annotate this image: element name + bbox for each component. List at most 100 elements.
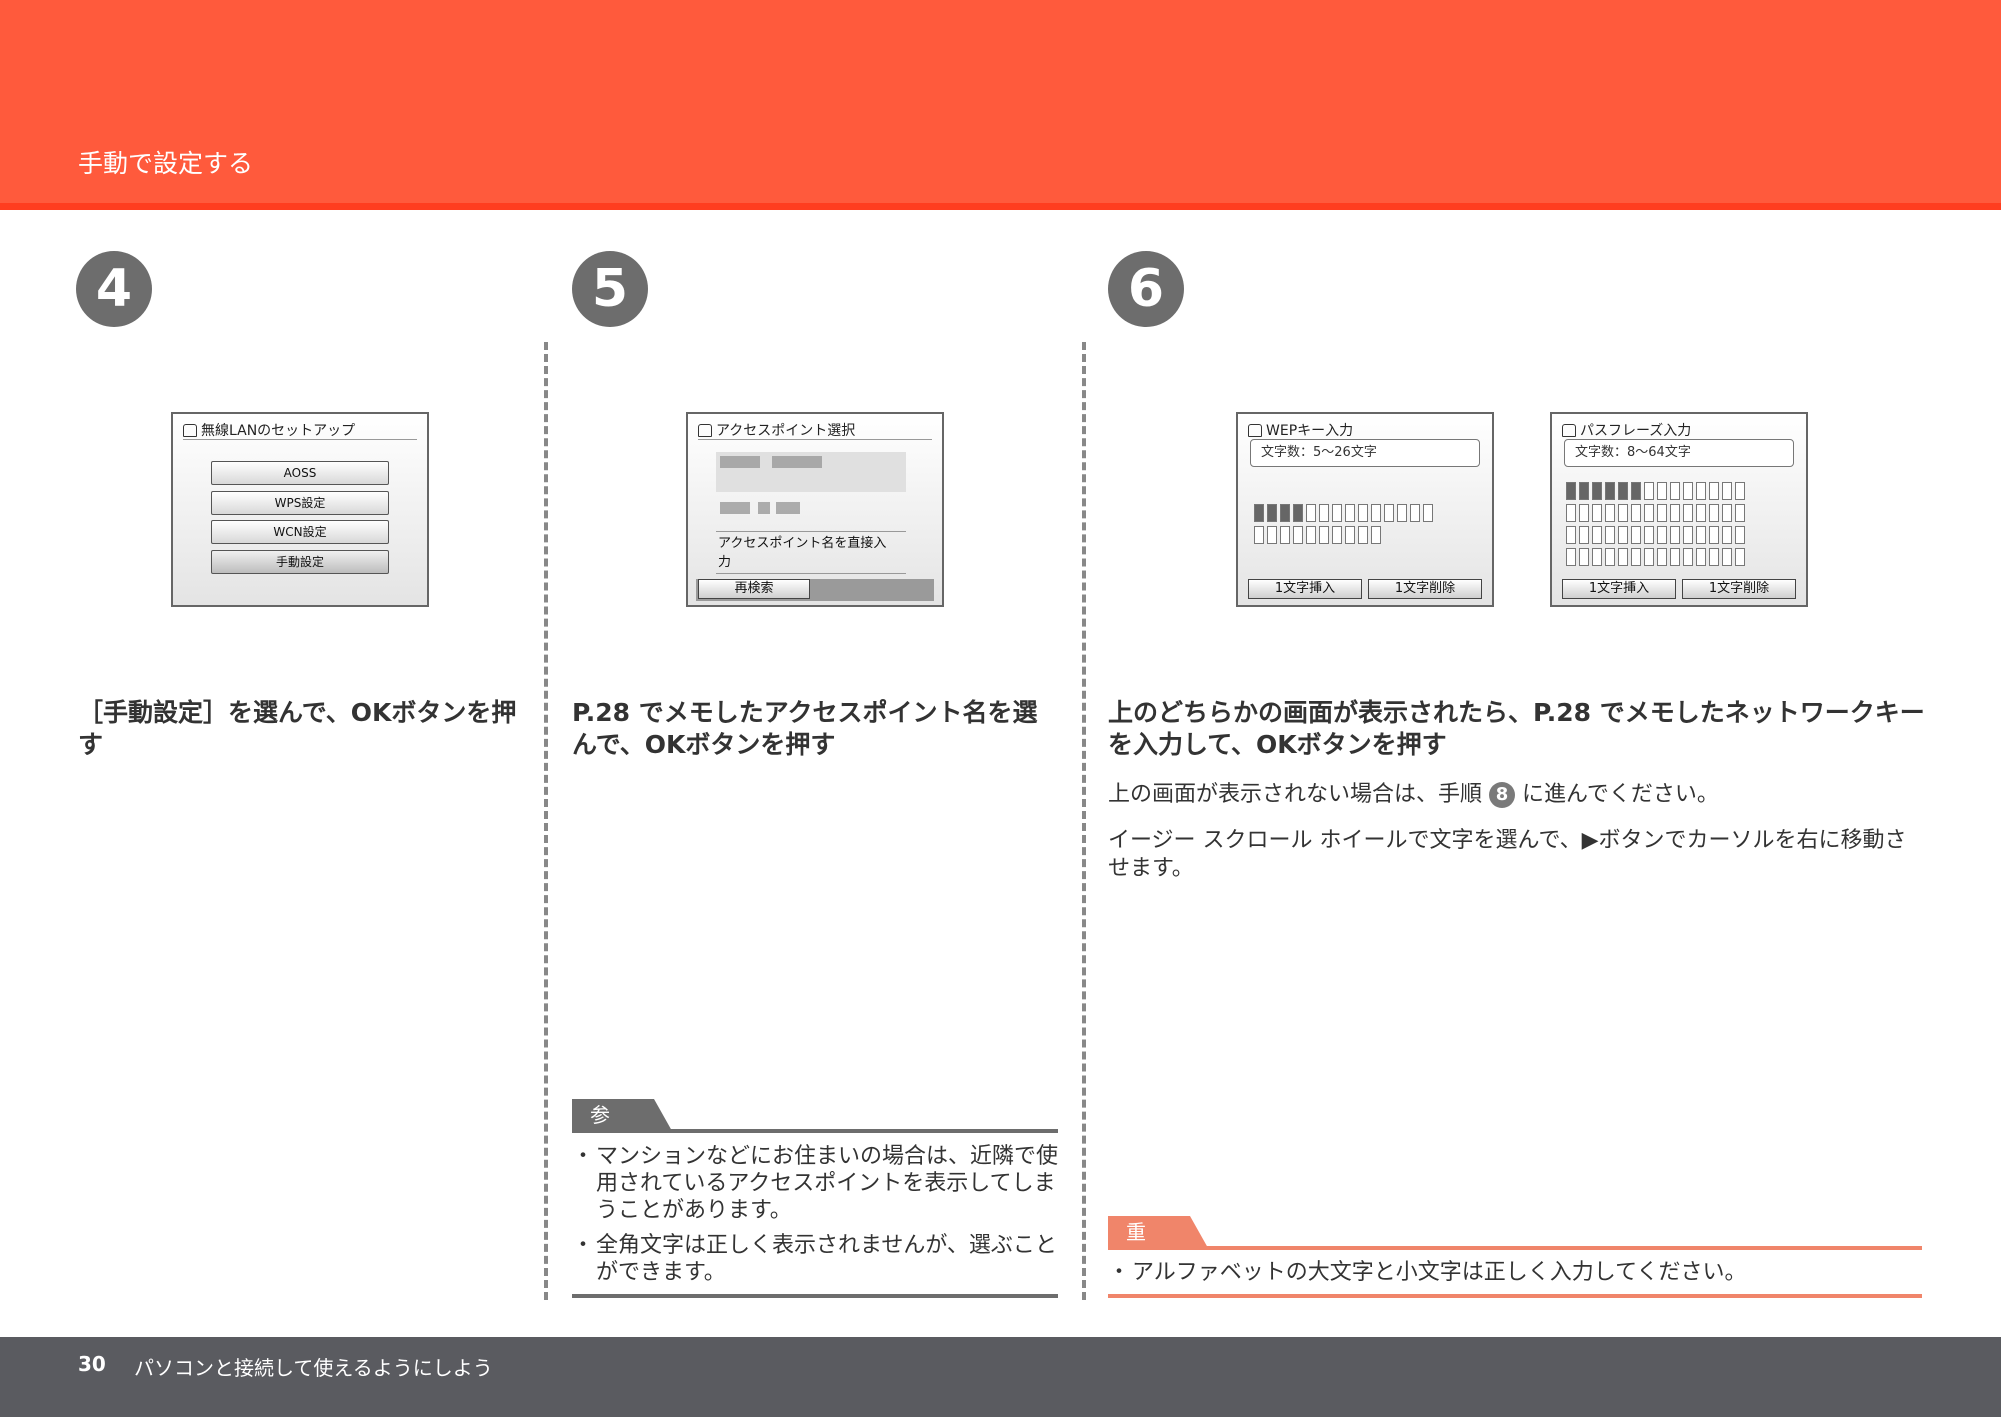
char-cell (1696, 526, 1706, 544)
wcn-setup-button[interactable]: WCN設定 (211, 520, 389, 544)
char-cell (1592, 526, 1602, 544)
char-cell (1644, 548, 1654, 566)
char-cell (1592, 504, 1602, 522)
char-cell (1722, 526, 1732, 544)
char-cell (1592, 482, 1602, 500)
char-cell (1319, 526, 1329, 544)
char-cell (1605, 548, 1615, 566)
step-5-number: 5 (572, 251, 648, 327)
step-8-icon[interactable]: 8 (1489, 782, 1516, 808)
char-cell (1579, 548, 1589, 566)
char-cell (1722, 504, 1732, 522)
char-cell (1579, 526, 1589, 544)
wireless-icon (698, 424, 712, 437)
char-cell (1722, 482, 1732, 500)
wep-key-screen: WEPキー入力 文字数：5〜26文字 1文字挿入 1文字削除 (1236, 412, 1494, 607)
char-cell (1670, 526, 1680, 544)
char-cell (1709, 504, 1719, 522)
important-label: 重 要 (1108, 1216, 1208, 1248)
note-label: 参 考 (572, 1099, 672, 1131)
char-cell (1683, 526, 1693, 544)
insert-char-button[interactable]: 1文字挿入 (1562, 579, 1676, 599)
char-cell (1709, 482, 1719, 500)
wps-setup-button[interactable]: WPS設定 (211, 491, 389, 515)
char-cell (1644, 526, 1654, 544)
char-cell (1657, 482, 1667, 500)
delete-char-button[interactable]: 1文字削除 (1368, 579, 1482, 599)
char-cell (1670, 504, 1680, 522)
char-cell (1709, 548, 1719, 566)
research-button[interactable]: 再検索 (698, 579, 810, 599)
char-cell (1631, 482, 1641, 500)
screen-title: アクセスポイント選択 (716, 423, 856, 439)
char-cell (1644, 504, 1654, 522)
char-cell (1358, 504, 1368, 522)
char-cell (1592, 548, 1602, 566)
char-cell (1345, 526, 1355, 544)
char-cell (1696, 504, 1706, 522)
char-cell (1735, 526, 1745, 544)
char-cell (1722, 548, 1732, 566)
char-cell (1423, 504, 1433, 522)
page-number: 30 (78, 1352, 106, 1376)
char-cell (1735, 482, 1745, 500)
char-cell (1605, 482, 1615, 500)
char-cell (1267, 504, 1277, 522)
char-cell (1358, 526, 1368, 544)
aoss-button[interactable]: AOSS (211, 461, 389, 485)
char-cell (1683, 504, 1693, 522)
char-cell (1605, 504, 1615, 522)
step-5-heading: P.28 でメモしたアクセスポイント名を選んで、OKボタンを押す (572, 698, 1038, 759)
screen-title: 無線LANのセットアップ (201, 423, 356, 439)
char-cell (1696, 548, 1706, 566)
wireless-icon (1248, 424, 1262, 437)
char-cell (1566, 504, 1576, 522)
step-6-heading: 上のどちらかの画面が表示されたら、P.28 でメモしたネットワークキーを入力して… (1108, 698, 1925, 759)
char-cell (1618, 548, 1628, 566)
char-cell (1618, 504, 1628, 522)
delete-char-button[interactable]: 1文字削除 (1682, 579, 1796, 599)
manual-entry-option[interactable]: アクセスポイント名を直接入力 (718, 534, 888, 572)
lan-setup-screen: 無線LANのセットアップ AOSS WPS設定 WCN設定 手動設定 (171, 412, 429, 607)
char-cell (1657, 504, 1667, 522)
char-cell (1631, 526, 1641, 544)
access-point-item[interactable] (716, 494, 906, 524)
char-cell (1670, 482, 1680, 500)
char-cell (1293, 526, 1303, 544)
char-cell (1345, 504, 1355, 522)
char-cell (1579, 482, 1589, 500)
char-cell (1631, 548, 1641, 566)
column-divider (544, 342, 548, 1300)
step-6-instruction: イージー スクロール ホイールで文字を選んで、▶ボタンでカーソルを右に移動させま… (1108, 828, 1907, 881)
char-cell (1644, 482, 1654, 500)
char-cell (1254, 504, 1264, 522)
char-cell (1683, 548, 1693, 566)
char-cell (1332, 504, 1342, 522)
char-cell (1605, 526, 1615, 544)
char-cell (1618, 482, 1628, 500)
char-cell (1332, 526, 1342, 544)
char-cell (1657, 526, 1667, 544)
char-cell (1384, 504, 1394, 522)
char-cell (1280, 504, 1290, 522)
important-item: ・アルファベットの大文字と小文字は正しく入力してください。 (1108, 1260, 1747, 1285)
char-cell (1618, 526, 1628, 544)
char-cell (1319, 504, 1329, 522)
char-cell (1683, 482, 1693, 500)
char-cell (1410, 504, 1420, 522)
char-cell (1371, 504, 1381, 522)
char-cell (1566, 548, 1576, 566)
manual-setup-button[interactable]: 手動設定 (211, 550, 389, 574)
char-cell (1566, 482, 1576, 500)
char-count-display: 文字数：8〜64文字 (1564, 439, 1794, 467)
char-cell (1657, 548, 1667, 566)
char-cell (1566, 526, 1576, 544)
char-cell (1735, 548, 1745, 566)
step-6-number: 6 (1108, 251, 1184, 327)
char-cell (1306, 504, 1316, 522)
insert-char-button[interactable]: 1文字挿入 (1248, 579, 1362, 599)
char-cell (1579, 504, 1589, 522)
passphrase-screen: パスフレーズ入力 文字数：8〜64文字 1文字挿入 1文字削除 (1550, 412, 1808, 607)
access-point-item-selected[interactable] (716, 452, 906, 492)
char-cell (1709, 526, 1719, 544)
